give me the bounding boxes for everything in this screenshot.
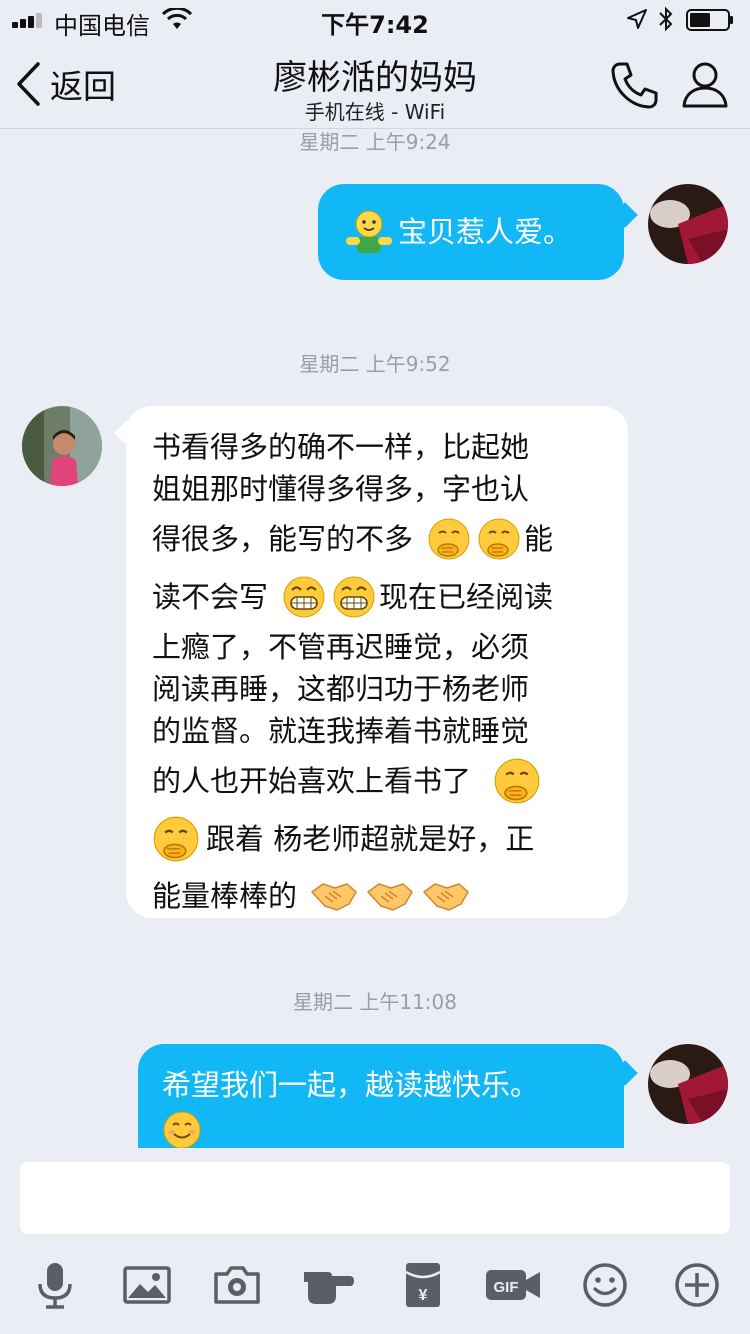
contact-avatar[interactable] (22, 406, 102, 486)
online-status: 手机在线 - WiFi (304, 100, 446, 124)
text-line: 上瘾了，不管再迟睡觉，必须 (152, 630, 530, 664)
bluetooth-icon (659, 6, 673, 32)
handshake-emoji-icon (423, 883, 469, 911)
gif-icon[interactable]: GIF (484, 1260, 542, 1310)
status-bar: 中国电信 下午7:42 (0, 0, 750, 40)
handshake-emoji-icon (367, 883, 413, 911)
poke-icon[interactable] (302, 1260, 358, 1310)
message-timestamp: 星期二 上午9:24 (299, 130, 451, 154)
red-packet-icon[interactable]: ¥ (398, 1260, 448, 1310)
message-list[interactable]: 星期二 上午9:24 宝贝惹人爱。 星期二 上午9:52 书看得多的确不一样，比… (0, 128, 750, 1148)
text-line: 跟着 杨老师超就是好，正 (152, 810, 604, 868)
back-button[interactable]: 返回 (14, 60, 116, 108)
text-line: 阅读再睡，这都归功于杨老师 (152, 672, 530, 706)
message-bubble-outgoing[interactable]: 宝贝惹人爱。 (318, 184, 624, 280)
text-line: 的人也开始喜欢上看书了 (152, 752, 604, 810)
handshake-emoji-icon (311, 883, 357, 911)
profile-icon[interactable] (680, 60, 730, 110)
message-text: 希望我们一起，越读越快乐。 (162, 1068, 540, 1102)
composer: ¥ GIF (0, 1148, 750, 1334)
location-arrow-icon (627, 9, 647, 29)
grin-emoji-icon (333, 576, 375, 618)
message-text: 书看得多的确不一样，比起她 姐姐那时懂得多得多，字也认 得很多，能写的不多 能 … (152, 426, 604, 924)
text-line: 得很多，能写的不多 能 (152, 510, 604, 568)
shy-face-emoji-icon (153, 816, 199, 862)
my-avatar[interactable] (648, 1044, 728, 1124)
message-bubble-outgoing[interactable]: 希望我们一起，越读越快乐。 (138, 1044, 624, 1148)
text-line: 姐姐那时懂得多得多，字也认 (152, 472, 530, 506)
gif-label: GIF (494, 1279, 519, 1296)
contact-name: 廖彬湉的妈妈 (273, 58, 477, 98)
microphone-icon[interactable] (30, 1260, 80, 1310)
shy-face-emoji-icon (478, 518, 520, 560)
shy-face-emoji-icon (428, 518, 470, 560)
message-timestamp: 星期二 上午11:08 (293, 990, 457, 1014)
emoji-icon[interactable] (580, 1260, 630, 1310)
plus-icon[interactable] (672, 1260, 722, 1310)
battery-icon (686, 9, 733, 31)
message-input[interactable] (20, 1162, 730, 1234)
hug-emoji-icon (346, 210, 392, 253)
my-avatar[interactable] (648, 184, 728, 264)
back-label: 返回 (50, 67, 116, 106)
red-packet-symbol: ¥ (419, 1287, 428, 1304)
phone-call-icon[interactable] (608, 60, 660, 112)
grin-emoji-icon (283, 576, 325, 618)
message-text: 宝贝惹人爱。 (398, 214, 573, 249)
camera-icon[interactable] (212, 1260, 262, 1310)
text-line: 读不会写 现在已经阅读 (152, 568, 604, 626)
text-line: 的监督。就连我捧着书就睡觉 (152, 714, 530, 748)
chat-header: 返回 廖彬湉的妈妈 手机在线 - WiFi (0, 40, 750, 129)
text-line: 书看得多的确不一样，比起她 (152, 430, 530, 464)
chevron-left-icon (17, 62, 40, 106)
composer-toolbar: ¥ GIF (0, 1254, 750, 1314)
smile-emoji-icon (163, 1111, 201, 1148)
shy-face-emoji-icon (494, 758, 540, 804)
message-timestamp: 星期二 上午9:52 (299, 352, 451, 376)
image-icon[interactable] (122, 1260, 172, 1310)
message-bubble-incoming[interactable]: 书看得多的确不一样，比起她 姐姐那时懂得多得多，字也认 得很多，能写的不多 能 … (126, 406, 628, 918)
text-line: 能量棒棒的 (152, 868, 604, 924)
